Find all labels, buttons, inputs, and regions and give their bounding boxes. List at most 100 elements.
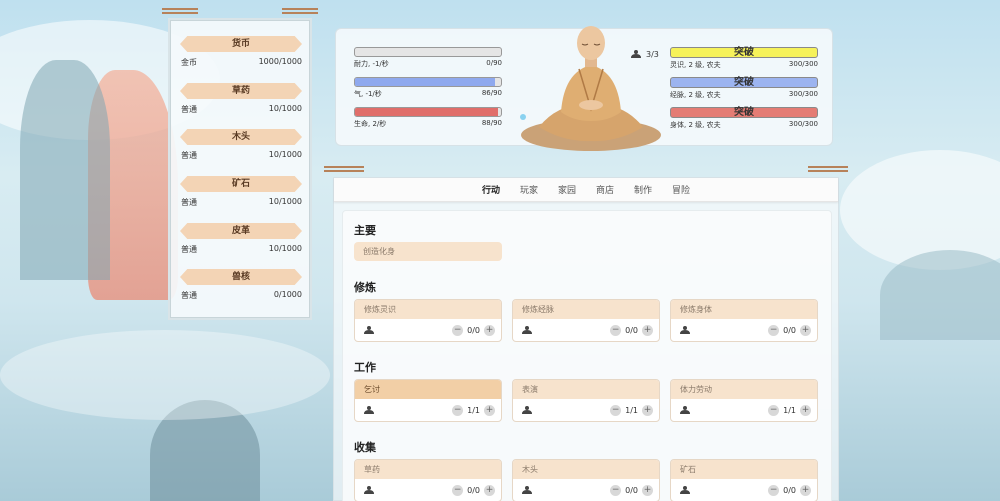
worker-icon xyxy=(631,50,641,58)
worker-count: 3/3 xyxy=(630,50,659,59)
resource-group-beast-core: 兽核 普通 0/1000 xyxy=(180,269,302,301)
tab-actions[interactable]: 行动 xyxy=(472,183,510,196)
tab-player[interactable]: 玩家 xyxy=(510,183,548,196)
tab-adventure[interactable]: 冒险 xyxy=(662,183,700,196)
worker-count-value: 3/3 xyxy=(646,50,659,59)
resource-title: 草药 xyxy=(180,83,302,99)
worker-icon xyxy=(364,325,374,334)
meridian-level-label: 经脉, 2 级, 农夫 xyxy=(670,91,721,99)
tab-bar: 行动 玩家 家园 商店 制作 冒险 xyxy=(334,178,838,202)
stamina-bar-group: 耐力, -1/秒 0/90 xyxy=(354,47,502,69)
action-name[interactable]: 草药 xyxy=(355,460,501,479)
resource-name: 普通 xyxy=(181,105,197,114)
increment-button[interactable]: + xyxy=(484,484,495,496)
resource-value: 10/1000 xyxy=(268,244,302,253)
worker-assigned: 0/0 xyxy=(783,485,796,495)
decrement-button[interactable]: − xyxy=(768,324,780,336)
decrement-button[interactable]: − xyxy=(768,484,780,496)
resource-group-herbs: 草药 普通 10/1000 xyxy=(180,83,302,115)
worker-icon xyxy=(680,485,690,494)
resource-value: 10/1000 xyxy=(268,104,302,113)
action-card: 矿石 −0/0 + xyxy=(670,459,818,501)
resource-title: 兽核 xyxy=(180,269,302,285)
stamina-label: 耐力, -1/秒 xyxy=(354,60,389,68)
increment-button[interactable]: + xyxy=(642,404,653,416)
qi-bar-group: 气, -1/秒 86/90 xyxy=(354,77,502,99)
resource-value: 0/1000 xyxy=(273,290,302,299)
background-cloud xyxy=(840,150,1000,270)
frame-ornament xyxy=(808,166,848,172)
tab-crafting[interactable]: 制作 xyxy=(624,183,662,196)
section-title-work: 工作 xyxy=(354,361,376,374)
increment-button[interactable]: + xyxy=(800,484,811,496)
increment-button[interactable]: + xyxy=(642,324,653,336)
stamina-bar xyxy=(354,47,502,57)
increment-button[interactable]: + xyxy=(484,324,495,336)
action-name[interactable]: 乞讨 xyxy=(355,380,501,399)
tab-home[interactable]: 家园 xyxy=(548,183,586,196)
section-title-gather: 收集 xyxy=(354,441,376,454)
decrement-button[interactable]: − xyxy=(452,324,464,336)
decrement-button[interactable]: − xyxy=(452,404,464,416)
increment-button[interactable]: + xyxy=(800,324,811,336)
resource-name: 普通 xyxy=(181,198,197,207)
decrement-button[interactable]: − xyxy=(452,484,464,496)
resource-name: 普通 xyxy=(181,151,197,160)
resource-title: 货币 xyxy=(180,36,302,52)
create-avatar-action[interactable]: 创造化身 xyxy=(354,242,502,261)
health-label: 生命, 2/秒 xyxy=(354,120,387,128)
action-card: 草药 −0/0 + xyxy=(354,459,502,501)
action-name[interactable]: 修炼灵识 xyxy=(355,300,501,319)
action-name[interactable]: 表演 xyxy=(513,380,659,399)
worker-icon xyxy=(680,405,690,414)
increment-button[interactable]: + xyxy=(484,404,495,416)
decrement-button[interactable]: − xyxy=(610,404,622,416)
spirit-level-label: 灵识, 2 级, 农夫 xyxy=(670,61,721,69)
action-card: 修炼经脉 −0/0 + xyxy=(512,299,660,342)
health-value: 88/90 xyxy=(481,119,502,127)
action-card: 乞讨 −1/1 + xyxy=(354,379,502,422)
meditating-monk-avatar xyxy=(520,26,661,151)
frame-ornament xyxy=(324,166,364,172)
spirit-breakthrough-button[interactable]: 突破 xyxy=(670,47,818,58)
status-panel: 耐力, -1/秒 0/90 气, -1/秒 86/90 生命, 2/秒 88/90 3… xyxy=(335,26,833,151)
action-card: 表演 −1/1 + xyxy=(512,379,660,422)
increment-button[interactable]: + xyxy=(800,404,811,416)
meridian-breakthrough-group: 突破 经脉, 2 级, 农夫 300/300 xyxy=(670,77,818,100)
resource-title: 矿石 xyxy=(180,176,302,192)
action-name[interactable]: 矿石 xyxy=(671,460,817,479)
resource-group-currency: 货币 金币 1000/1000 xyxy=(180,36,302,68)
background-mountain xyxy=(20,60,110,280)
worker-assigned: 0/0 xyxy=(467,325,480,335)
health-bar xyxy=(354,107,502,117)
action-name[interactable]: 体力劳动 xyxy=(671,380,817,399)
background-mountain xyxy=(880,250,1000,340)
resource-name: 普通 xyxy=(181,291,197,300)
background-cliff xyxy=(88,70,178,300)
worker-assigned: 1/1 xyxy=(467,405,480,415)
worker-assigned: 0/0 xyxy=(783,325,796,335)
action-name[interactable]: 修炼身体 xyxy=(671,300,817,319)
decrement-button[interactable]: − xyxy=(610,484,622,496)
worker-assigned: 1/1 xyxy=(783,405,796,415)
worker-icon xyxy=(522,405,532,414)
worker-assigned: 0/0 xyxy=(467,485,480,495)
section-title-main: 主要 xyxy=(354,224,376,237)
background-cloud xyxy=(0,330,330,420)
action-name[interactable]: 修炼经脉 xyxy=(513,300,659,319)
spirit-level-value: 300/300 xyxy=(788,60,818,68)
body-level-label: 身体, 2 级, 农夫 xyxy=(670,121,721,129)
action-name[interactable]: 木头 xyxy=(513,460,659,479)
tab-shop[interactable]: 商店 xyxy=(586,183,624,196)
increment-button[interactable]: + xyxy=(642,484,653,496)
body-breakthrough-button[interactable]: 突破 xyxy=(670,107,818,118)
resource-title: 皮革 xyxy=(180,223,302,239)
action-card: 木头 −0/0 + xyxy=(512,459,660,501)
meridian-breakthrough-button[interactable]: 突破 xyxy=(670,77,818,88)
resource-name: 普通 xyxy=(181,245,197,254)
resource-title: 木头 xyxy=(180,129,302,145)
main-panel: 行动 玩家 家园 商店 制作 冒险 主要 创造化身 修炼 修炼灵识 −0/0 + … xyxy=(324,166,848,501)
decrement-button[interactable]: − xyxy=(768,404,780,416)
worker-assigned: 0/0 xyxy=(625,325,638,335)
decrement-button[interactable]: − xyxy=(610,324,622,336)
